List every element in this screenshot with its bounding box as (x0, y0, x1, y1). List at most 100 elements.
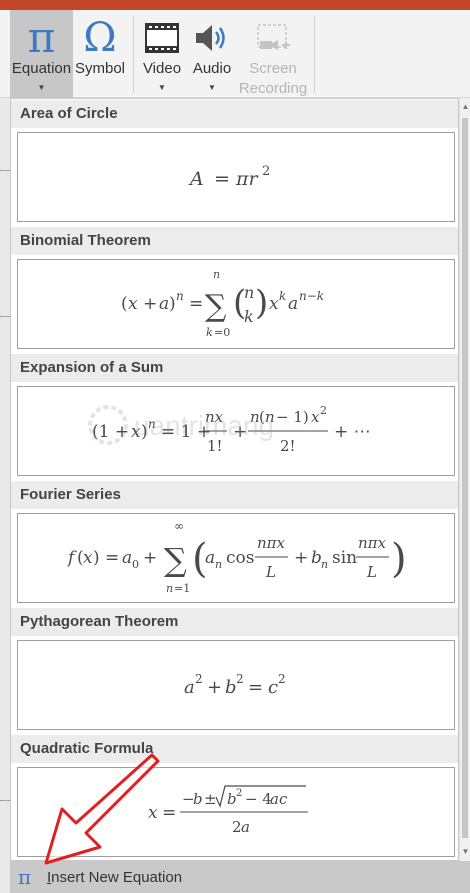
svg-text:): ) (255, 283, 268, 323)
equation-item-fourier-series[interactable]: f ( x ) = a 0 + ∞ ∑ n =1 ( a n cos nπx L… (17, 513, 455, 603)
svg-text:+: + (294, 548, 308, 568)
symbol-button[interactable]: Ω Symbol (73, 10, 127, 98)
svg-text:x: x (128, 294, 138, 314)
svg-text:L: L (265, 563, 276, 581)
svg-text:0: 0 (132, 558, 139, 571)
section-header-quadratic-formula: Quadratic Formula (11, 735, 458, 763)
svg-text:a: a (288, 294, 298, 314)
svg-text:=1: =1 (174, 582, 190, 595)
svg-text:=: = (214, 168, 230, 190)
svg-text:n: n (166, 582, 173, 595)
svg-text:): ) (391, 536, 406, 582)
svg-text:∑: ∑ (205, 289, 227, 324)
section-header-area-of-circle: Area of Circle (11, 100, 458, 128)
guide-line (0, 800, 10, 801)
scroll-down-icon[interactable]: ▼ (460, 845, 470, 859)
svg-text:x: x (148, 803, 158, 823)
equation-fourier-series: f ( x ) = a 0 + ∞ ∑ n =1 ( a n cos nπx L… (66, 519, 406, 595)
svg-text:nπx: nπx (358, 534, 387, 552)
equation-item-expansion-of-a-sum[interactable]: (1 + x ) n = 1 + nx 1! + n ( n − 1) x 2 … (17, 386, 455, 476)
equation-area-of-circle: A = πr 2 (188, 164, 270, 190)
equation-button[interactable]: π Equation ▼ (10, 10, 73, 98)
document-edge (0, 98, 10, 893)
svg-text:): ) (141, 422, 148, 442)
section-header-pythagorean-theorem: Pythagorean Theorem (11, 608, 458, 636)
scrollbar-thumb[interactable] (462, 118, 468, 838)
svg-text:ac: ac (270, 790, 288, 808)
svg-text:k: k (206, 326, 213, 339)
svg-text:L: L (366, 563, 377, 581)
svg-text:n: n (176, 289, 184, 303)
equation-gallery: Area of Circle A = πr 2 Binomial Theorem… (10, 98, 459, 861)
pi-icon: π (27, 13, 56, 62)
equation-binomial-theorem: ( x + a ) n = n ∑ k =0 ( n k ) x k a n−k (121, 268, 324, 339)
video-label: Video (142, 60, 182, 77)
svg-text:n: n (244, 283, 254, 302)
svg-text:+: + (143, 294, 157, 314)
speaker-icon (196, 25, 225, 51)
svg-text:2: 2 (278, 672, 286, 686)
gallery-scrollbar[interactable]: ▲ ▼ (459, 98, 470, 861)
svg-text:x: x (311, 408, 320, 426)
equation-item-pythagorean-theorem[interactable]: a 2 + b 2 = c 2 (17, 640, 455, 730)
svg-text:+: + (143, 548, 157, 568)
svg-text:=: = (189, 294, 203, 314)
screen-recording-label-2: Recording (238, 80, 308, 97)
svg-text:a: a (205, 548, 215, 568)
svg-text:(: ( (121, 294, 128, 314)
title-bar (0, 0, 470, 10)
guide-line (0, 170, 10, 171)
svg-text:): ) (169, 294, 176, 314)
svg-text:f: f (66, 548, 77, 568)
svg-text:) =: ) = (93, 548, 119, 568)
screen-recording-icon (257, 24, 290, 50)
svg-text:=: = (162, 803, 176, 823)
svg-text:n: n (321, 558, 328, 571)
svg-text:=0: =0 (214, 326, 230, 339)
svg-text:2: 2 (262, 164, 270, 179)
svg-text:2: 2 (195, 672, 203, 686)
svg-text:n: n (215, 558, 222, 571)
svg-text:− 1): − 1) (276, 408, 309, 426)
svg-text:c: c (268, 677, 278, 698)
svg-text:x: x (269, 294, 279, 314)
svg-text:2: 2 (320, 404, 327, 417)
svg-text:+ ⋯: + ⋯ (334, 422, 371, 442)
svg-text:n: n (213, 268, 220, 281)
screen-recording-button[interactable]: Screen Recording (237, 10, 309, 98)
svg-text:2: 2 (236, 672, 244, 686)
film-icon (145, 23, 179, 53)
audio-button[interactable]: Audio ▼ (189, 10, 235, 98)
guide-line (0, 316, 10, 317)
svg-text:∑: ∑ (164, 541, 187, 579)
section-header-expansion-of-a-sum: Expansion of a Sum (11, 354, 458, 382)
chevron-down-icon[interactable]: ▼ (10, 83, 73, 93)
omega-icon: Ω (83, 15, 117, 61)
equation-item-area-of-circle[interactable]: A = πr 2 (17, 132, 455, 222)
svg-text:=: = (248, 677, 263, 698)
svg-text:k: k (244, 307, 254, 326)
svg-text:πr: πr (235, 168, 259, 190)
equation-item-quadratic-formula[interactable]: x = − b ± b 2 − 4 ac 2 a (17, 767, 455, 857)
section-header-fourier-series: Fourier Series (11, 481, 458, 509)
svg-text:+: + (233, 422, 247, 442)
equation-item-binomial-theorem[interactable]: ( x + a ) n = n ∑ k =0 ( n k ) x k a n−k (17, 259, 455, 349)
svg-text:2!: 2! (280, 437, 296, 455)
equation-expansion-of-a-sum: (1 + x ) n = 1 + nx 1! + n ( n − 1) x 2 … (92, 404, 371, 455)
svg-text:n−k: n−k (299, 289, 324, 303)
scroll-up-icon[interactable]: ▲ (460, 100, 470, 114)
ribbon-divider (314, 16, 315, 94)
pi-icon: π (18, 865, 32, 889)
ribbon-insert-group: π Equation ▼ Ω Symbol Video ▼ Audio ▼ Sc… (0, 10, 470, 98)
svg-text:(: ( (259, 408, 265, 426)
svg-text:− 4: − 4 (245, 790, 272, 808)
svg-text:cos: cos (226, 548, 254, 568)
screen-recording-label-1: Screen (249, 60, 297, 77)
insert-new-equation-button[interactable]: π Insert New Equation (10, 861, 470, 893)
chevron-down-icon[interactable]: ▼ (139, 83, 185, 93)
svg-text:a: a (122, 548, 132, 568)
chevron-down-icon[interactable]: ▼ (189, 83, 235, 93)
svg-text:a: a (241, 818, 250, 836)
video-button[interactable]: Video ▼ (139, 10, 185, 98)
svg-text:1!: 1! (207, 437, 223, 455)
